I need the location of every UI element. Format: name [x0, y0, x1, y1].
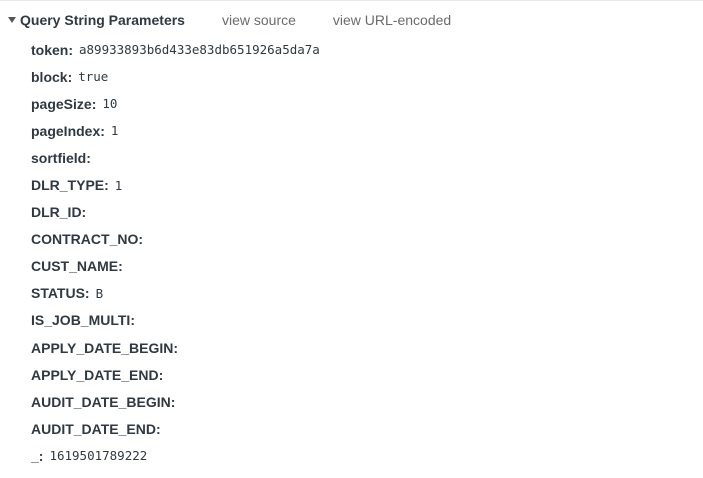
param-row-dlr-id: DLR_ID:	[31, 199, 320, 226]
param-row-sortfield: sortfield:	[31, 144, 320, 171]
param-key: DLR_TYPE:	[31, 177, 109, 194]
param-row-cust-name: CUST_NAME:	[31, 253, 320, 280]
param-row-contract-no: CONTRACT_NO:	[31, 226, 320, 253]
param-row-block: block: true	[31, 63, 320, 90]
param-key: DLR_ID:	[31, 204, 87, 221]
param-value: 10	[102, 96, 118, 112]
param-value: B	[95, 285, 104, 301]
param-key: AUDIT_DATE_END:	[31, 420, 161, 437]
section-title[interactable]: Query String Parameters	[20, 12, 185, 28]
param-key: STATUS:	[31, 285, 90, 302]
param-value: 1619501789222	[49, 448, 148, 464]
param-key: CUST_NAME:	[31, 258, 123, 275]
param-key: _:	[31, 447, 44, 464]
param-row-pageindex: pageIndex: 1	[31, 117, 320, 144]
parameter-list: token: a89933893b6d433e83db651926a5da7a …	[31, 36, 320, 470]
param-key: APPLY_DATE_END:	[31, 366, 164, 383]
param-key: AUDIT_DATE_BEGIN:	[31, 393, 176, 410]
param-value: 1	[110, 123, 119, 139]
param-row-pagesize: pageSize: 10	[31, 90, 320, 117]
param-value: a89933893b6d433e83db651926a5da7a	[79, 42, 320, 58]
param-key: pageSize:	[31, 95, 97, 112]
view-url-encoded-link[interactable]: view URL-encoded	[333, 12, 451, 28]
param-key: pageIndex:	[31, 122, 105, 139]
param-row-dlr-type: DLR_TYPE: 1	[31, 171, 320, 198]
param-key: token:	[31, 41, 73, 58]
param-key: APPLY_DATE_BEGIN:	[31, 339, 179, 356]
collapse-triangle-icon[interactable]	[8, 17, 16, 23]
param-row-status: STATUS: B	[31, 280, 320, 307]
query-string-parameters-header[interactable]: Query String Parameters view source view…	[0, 8, 703, 32]
param-key: sortfield:	[31, 149, 91, 166]
param-key: CONTRACT_NO:	[31, 231, 143, 248]
param-row-audit-date-end: AUDIT_DATE_END:	[31, 415, 320, 442]
param-key: block:	[31, 68, 73, 85]
param-row-is-job-multi: IS_JOB_MULTI:	[31, 307, 320, 334]
param-value: 1	[114, 177, 123, 193]
view-source-link[interactable]: view source	[222, 12, 296, 28]
param-row-apply-date-end: APPLY_DATE_END:	[31, 361, 320, 388]
param-row-underscore: _: 1619501789222	[31, 442, 320, 469]
param-key: IS_JOB_MULTI:	[31, 312, 135, 329]
param-row-apply-date-begin: APPLY_DATE_BEGIN:	[31, 334, 320, 361]
top-divider	[0, 0, 703, 1]
param-value: true	[78, 69, 109, 85]
param-row-token: token: a89933893b6d433e83db651926a5da7a	[31, 36, 320, 63]
param-row-audit-date-begin: AUDIT_DATE_BEGIN:	[31, 388, 320, 415]
